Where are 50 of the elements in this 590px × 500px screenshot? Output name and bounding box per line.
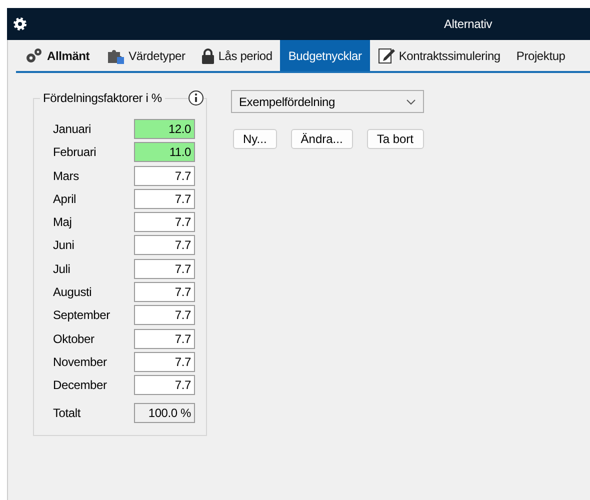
month-label: Maj: [53, 215, 73, 230]
percent-field[interactable]: 7.7: [134, 188, 195, 209]
month-label: Juli: [53, 262, 72, 276]
percent-field[interactable]: 11.0: [134, 142, 195, 162]
month-label: Februari: [53, 145, 98, 160]
month-label: September: [53, 308, 111, 322]
month-label: November: [53, 354, 108, 369]
percent-field[interactable]: 7.7: [134, 305, 195, 326]
action-button[interactable]: Ta bort: [366, 129, 424, 149]
month-label: Mars: [53, 168, 80, 183]
tab[interactable]: Värdetyper: [98, 40, 194, 71]
gears-icon: [24, 46, 44, 64]
month-label: Juni: [53, 238, 76, 252]
edit-icon: [378, 47, 396, 64]
percent-field[interactable]: 7.7: [134, 328, 195, 349]
tab[interactable]: Lås period: [193, 40, 280, 71]
tab-label: Kontraktssimulering: [398, 48, 500, 62]
tab[interactable]: Allmänt: [16, 40, 98, 71]
percent-field[interactable]: 7.7: [134, 375, 195, 396]
month-label: December: [53, 378, 108, 392]
percent-field[interactable]: 7.7: [134, 166, 195, 186]
group-title: Fördelningsfaktorer i %: [40, 91, 165, 105]
tab-label: Projektup: [516, 48, 566, 62]
distribution-dropdown[interactable]: Exempelfördelning: [231, 90, 424, 113]
window-title: Alternativ: [444, 17, 492, 31]
tab-label: Värdetyper: [128, 48, 186, 62]
percent-field[interactable]: 7.7: [134, 352, 195, 372]
chevron-down-icon: [406, 98, 416, 104]
tab[interactable]: Kontraktssimulering: [370, 40, 508, 71]
lock-icon: [201, 48, 216, 64]
info-icon[interactable]: [188, 90, 204, 106]
action-button[interactable]: Ändra...: [290, 129, 353, 149]
percent-field[interactable]: 7.7: [134, 235, 195, 256]
percent-field[interactable]: 7.7: [134, 258, 195, 279]
month-label: Januari: [53, 122, 92, 136]
total-field: 100.0 %: [134, 402, 195, 423]
tab-label: Budgetnycklar: [288, 48, 362, 62]
percent-field[interactable]: 7.7: [134, 282, 195, 302]
tab[interactable]: Projektup: [508, 40, 574, 71]
month-label: Augusti: [53, 285, 93, 300]
tab-label: Lås period: [218, 48, 272, 62]
percent-field[interactable]: 7.7: [134, 212, 195, 232]
percent-field[interactable]: 12.0: [134, 119, 195, 139]
action-button[interactable]: Ny...: [233, 129, 277, 149]
month-label: Oktober: [53, 332, 96, 346]
tab[interactable]: Budgetnycklar: [280, 40, 370, 71]
tab-label: Allmänt: [47, 48, 90, 62]
gear-icon: [13, 17, 27, 31]
month-label: April: [53, 192, 78, 206]
total-label: Totalt: [53, 406, 82, 420]
